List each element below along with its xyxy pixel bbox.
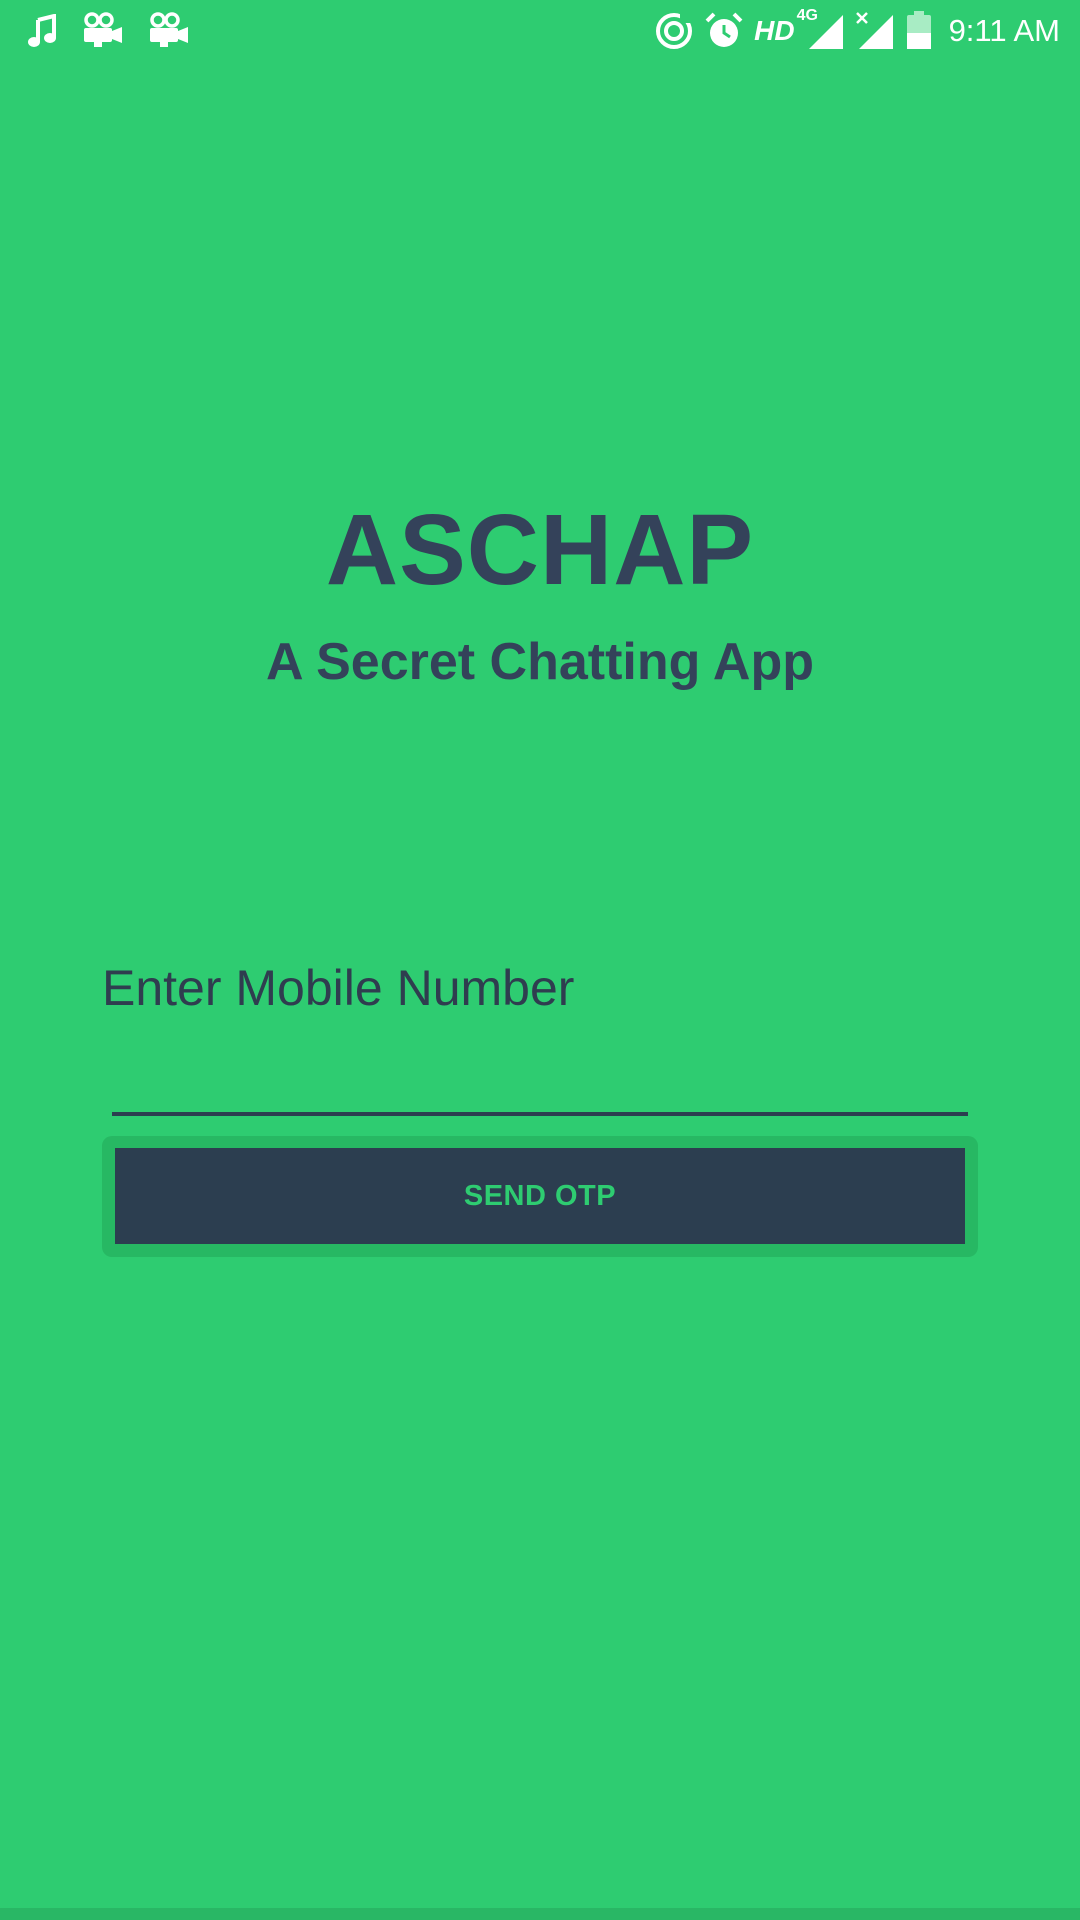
data-saver-icon	[654, 11, 694, 51]
notification-icons	[28, 10, 190, 52]
app-subtitle: A Secret Chatting App	[266, 633, 814, 691]
mobile-number-input[interactable]	[112, 1052, 968, 1116]
mobile-number-label: Enter Mobile Number	[102, 960, 575, 1016]
status-bar: HD 4G 9:11 AM	[0, 0, 1080, 62]
send-otp-button[interactable]: SEND OTP	[115, 1148, 965, 1244]
system-icons: HD 4G 9:11 AM	[654, 7, 1060, 54]
hd-label: HD	[754, 15, 795, 46]
alarm-icon	[704, 11, 744, 51]
movie-camera-icon	[146, 12, 190, 50]
network-type-label: 4G	[796, 7, 818, 24]
status-time: 9:11 AM	[948, 13, 1060, 48]
bottom-edge	[0, 1908, 1080, 1920]
signal-no-sim-icon	[855, 11, 895, 51]
battery-icon	[905, 11, 933, 51]
signal-4g-icon: 4G	[797, 7, 845, 51]
music-note-icon	[28, 14, 58, 48]
movie-camera-icon	[80, 12, 124, 50]
app-title: ASCHAP	[325, 494, 755, 606]
